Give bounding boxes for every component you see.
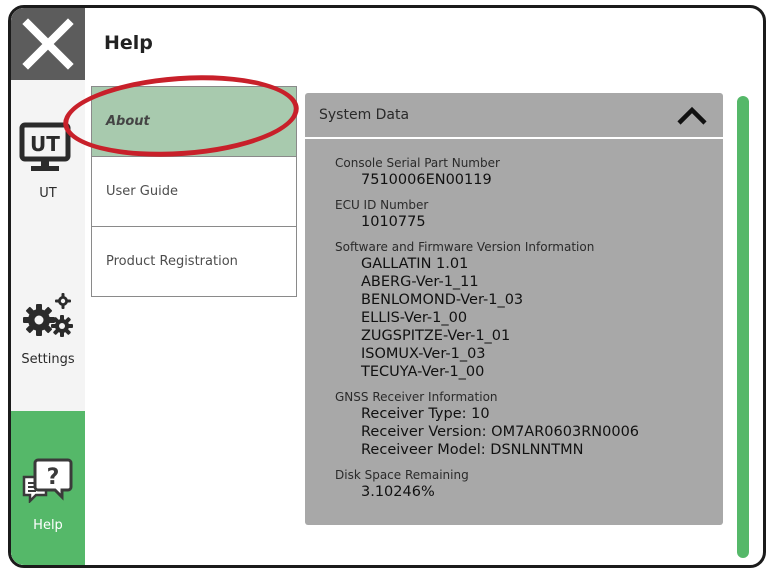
svg-text:?: ? (47, 465, 60, 490)
chevron-up-icon (677, 106, 707, 125)
app-frame: UT UT Settings ? Help Help About User Gu… (8, 5, 766, 568)
software-version-item: ISOMUX-Ver-1_03 (361, 346, 486, 362)
close-x-icon (22, 18, 74, 70)
disk-space-value: 3.10246% (361, 484, 435, 500)
section-heading-software: Software and Firmware Version Informatio… (335, 240, 595, 254)
software-version-item: BENLOMOND-Ver-1_03 (361, 292, 524, 308)
menu-item-label: Product Registration (106, 254, 238, 269)
system-data-panel: System Data Console Serial Part Number 7… (305, 93, 723, 525)
sidebar-item-settings[interactable]: Settings (11, 288, 85, 378)
panel-title: System Data (319, 107, 410, 123)
scrollbar[interactable] (737, 96, 749, 558)
sidebar-item-settings-label: Settings (21, 352, 75, 367)
help-chat-icon: ? (22, 458, 73, 503)
panel-header[interactable]: System Data (305, 93, 723, 139)
close-button[interactable] (11, 8, 85, 80)
gnss-info-item: Receiver Version: OM7AR0603RN0006 (361, 424, 640, 440)
menu-item-product-registration[interactable]: Product Registration (92, 227, 296, 296)
collapse-button[interactable] (675, 105, 709, 131)
software-version-item: ABERG-Ver-1_11 (361, 274, 479, 290)
menu-item-user-guide[interactable]: User Guide (92, 157, 296, 227)
software-version-item: ELLIS-Ver-1_00 (361, 310, 468, 326)
serial-number-value: 7510006EN00119 (361, 172, 492, 188)
section-heading-ecu: ECU ID Number (335, 198, 429, 212)
section-heading-disk: Disk Space Remaining (335, 468, 469, 482)
gears-icon (23, 293, 73, 337)
sidebar-item-help[interactable]: ? Help (11, 411, 85, 565)
sidebar-item-help-label: Help (33, 518, 63, 533)
svg-text:UT: UT (30, 132, 60, 156)
gnss-info-item: Receiver Type: 10 (361, 406, 490, 422)
section-heading-serial: Console Serial Part Number (335, 156, 500, 170)
page-title: Help (104, 32, 153, 54)
menu-item-label: User Guide (106, 184, 178, 199)
sidebar-item-ut-label: UT (39, 186, 57, 201)
section-heading-gnss: GNSS Receiver Information (335, 390, 498, 404)
ecu-id-value: 1010775 (361, 214, 426, 230)
panel-body: Console Serial Part Number 7510006EN0011… (335, 155, 639, 501)
gnss-info-item: Receiveer Model: DSNLNNTMN (361, 442, 584, 458)
software-version-item: TECUYA-Ver-1_00 (361, 364, 485, 380)
ut-monitor-icon: UT (19, 122, 71, 171)
software-version-item: GALLATIN 1.01 (361, 256, 469, 272)
software-version-item: ZUGSPITZE-Ver-1_01 (361, 328, 511, 344)
left-sidebar: UT UT Settings ? Help (11, 8, 85, 565)
